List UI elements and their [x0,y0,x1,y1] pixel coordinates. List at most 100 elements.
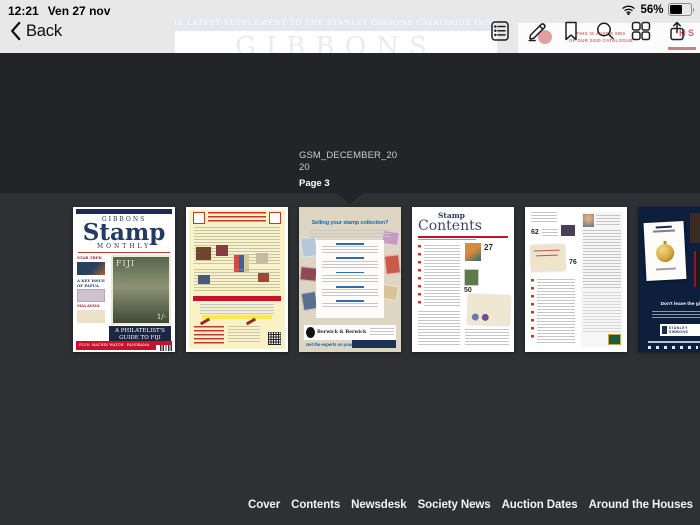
ad-image-6 [258,273,269,282]
contents-page-number-50: 50 [464,287,472,294]
berwick-oval-logo [306,327,315,338]
cover-stamp-value: 1/- [156,313,166,321]
thumbnail-auction-ad[interactable] [186,207,288,352]
editor-letter-text [583,230,621,288]
supplement-banner-text: THE LATEST SUPPLEMENT TO THE STANLEY GIB… [175,17,497,27]
christmas-card [643,220,687,282]
ad-header-text [208,212,266,222]
status-bar-right: 56% [621,3,694,16]
ad-image-2 [216,245,228,256]
christmas-caption: Don't leave the gifts until [660,302,700,307]
nav-item-around-the-houses[interactable]: Around the Houses [589,499,693,511]
selling-text-panel [316,240,384,318]
gift-photo-1 [690,213,700,243]
document-title: GSM_DECEMBER_20 20 [299,150,397,173]
thumbnail-christmas-ad[interactable]: Don't leave the gifts until STANLEY GIBB… [638,207,700,352]
contents-stamps-photo [464,269,479,286]
thumbnail-selling-ad[interactable]: Selling your stamp collection? Berwick &… [299,207,401,352]
ad-header-right-box [269,212,281,224]
ad-footer-text-left [194,326,224,344]
annotate-button[interactable] [525,19,549,43]
section-heading-bar [336,300,364,302]
battery-icon [667,3,694,16]
bookmark-button[interactable] [559,19,583,43]
sg-brand-text: STANLEY GIBBONS [668,326,689,334]
ad-auction-text [200,304,274,314]
qr-code [268,332,281,345]
selling-bottom-bar [352,340,396,348]
cover-feature-1-image [77,261,105,275]
cover-masthead-main: Stamp [82,219,166,246]
contents-star-trek-photo [465,243,481,261]
nav-item-newsdesk[interactable]: Newsdesk [351,499,407,511]
thumbnail-contents-2[interactable]: 62 76 [525,207,627,352]
contents2-entries [537,279,575,343]
selling-intro-text [309,230,391,237]
back-button[interactable]: Back [10,21,62,41]
nav-item-society-news[interactable]: Society News [418,499,491,511]
editor-photo [583,214,594,227]
nav-item-auction-dates[interactable]: Auction Dates [502,499,578,511]
chevron-left-icon [11,21,21,41]
selling-section [322,257,378,269]
wifi-icon [622,5,636,15]
card-caption-line [655,267,676,270]
contents-number-column [418,245,421,305]
thumbnail-contents[interactable]: Stamp Contents 27 50 [412,207,514,352]
battery-body [667,3,692,16]
caption-lines [542,229,558,238]
card-crest-line [655,225,672,229]
cover-feature-1-title: STAR TREK [77,255,102,260]
cover-feature-1: STAR TREK [77,255,107,275]
cover-masthead-sub: MONTHLY [96,243,152,250]
stamp-decor [299,266,318,282]
split-view-icon [631,21,651,41]
section-nav: Cover Contents Newsdesk Society News Auc… [248,499,700,511]
cover-barcode [156,344,173,351]
share-button[interactable] [665,19,689,43]
envelope-scribble [535,254,558,257]
nav-item-contents[interactable]: Contents [291,499,340,511]
green-logo-box [608,334,621,345]
thumbnail-cover[interactable]: GIBBONS Stamp MONTHLY STAR TREK A KEY IS… [73,207,175,352]
editor-name-lines [596,215,620,226]
masthead-ghost-text: GIBBONS [235,32,437,53]
selling-section [322,243,378,255]
gold-bauble [655,243,675,263]
thumbnails-list-icon [491,21,509,41]
section-text [322,303,378,309]
cover-fiji-stamp-image: FIJI 1/- [113,257,169,323]
envelope-stamp-blue [471,313,479,321]
stamp-decor [384,254,401,275]
envelope-image [530,244,566,272]
envelope-scribble [533,249,560,252]
stanley-gibbons-logo-box: STANLEY GIBBONS [660,324,700,336]
selling-section [322,271,378,283]
page-indicator: Page 3 [299,178,330,189]
cover-feature-3: MALAYSIA [77,303,107,323]
split-view-button[interactable] [629,19,653,43]
battery-percent-label: 56% [640,3,664,16]
top-toolbar: THE LATEST SUPPLEMENT TO THE STANLEY GIB… [0,0,700,53]
ad-header-left-box [193,212,205,224]
viewer-overlay: GSM_DECEMBER_20 20 Page 3 [0,53,700,193]
thumbnails-list-button[interactable] [488,19,512,43]
contents-title: Contents [418,218,482,234]
ad-image-4 [256,253,268,263]
red-numbers [418,245,421,305]
nav-item-cover[interactable]: Cover [248,499,280,511]
ad-highlight-band [202,315,272,319]
current-page-caret [336,193,364,204]
magazine-masthead-peek: GIBBONS [175,31,497,53]
cover-feature-2-title: A KEY ISSUE OF PAPUA [77,278,105,288]
contents-page-number-27: 27 [484,243,493,252]
cover-stamp-country: FIJI [116,259,136,268]
berwick-brand: Berwick & Berwick [317,330,367,335]
cover-feature-2: A KEY ISSUE OF PAPUA [77,278,107,302]
section-heading-bar [336,243,364,245]
share-icon [670,21,684,41]
cover-fiji-stamp: FIJI 1/- [111,255,171,325]
bookmark-icon [565,21,577,41]
search-button[interactable] [593,19,617,43]
section-heading-bar [336,257,364,260]
